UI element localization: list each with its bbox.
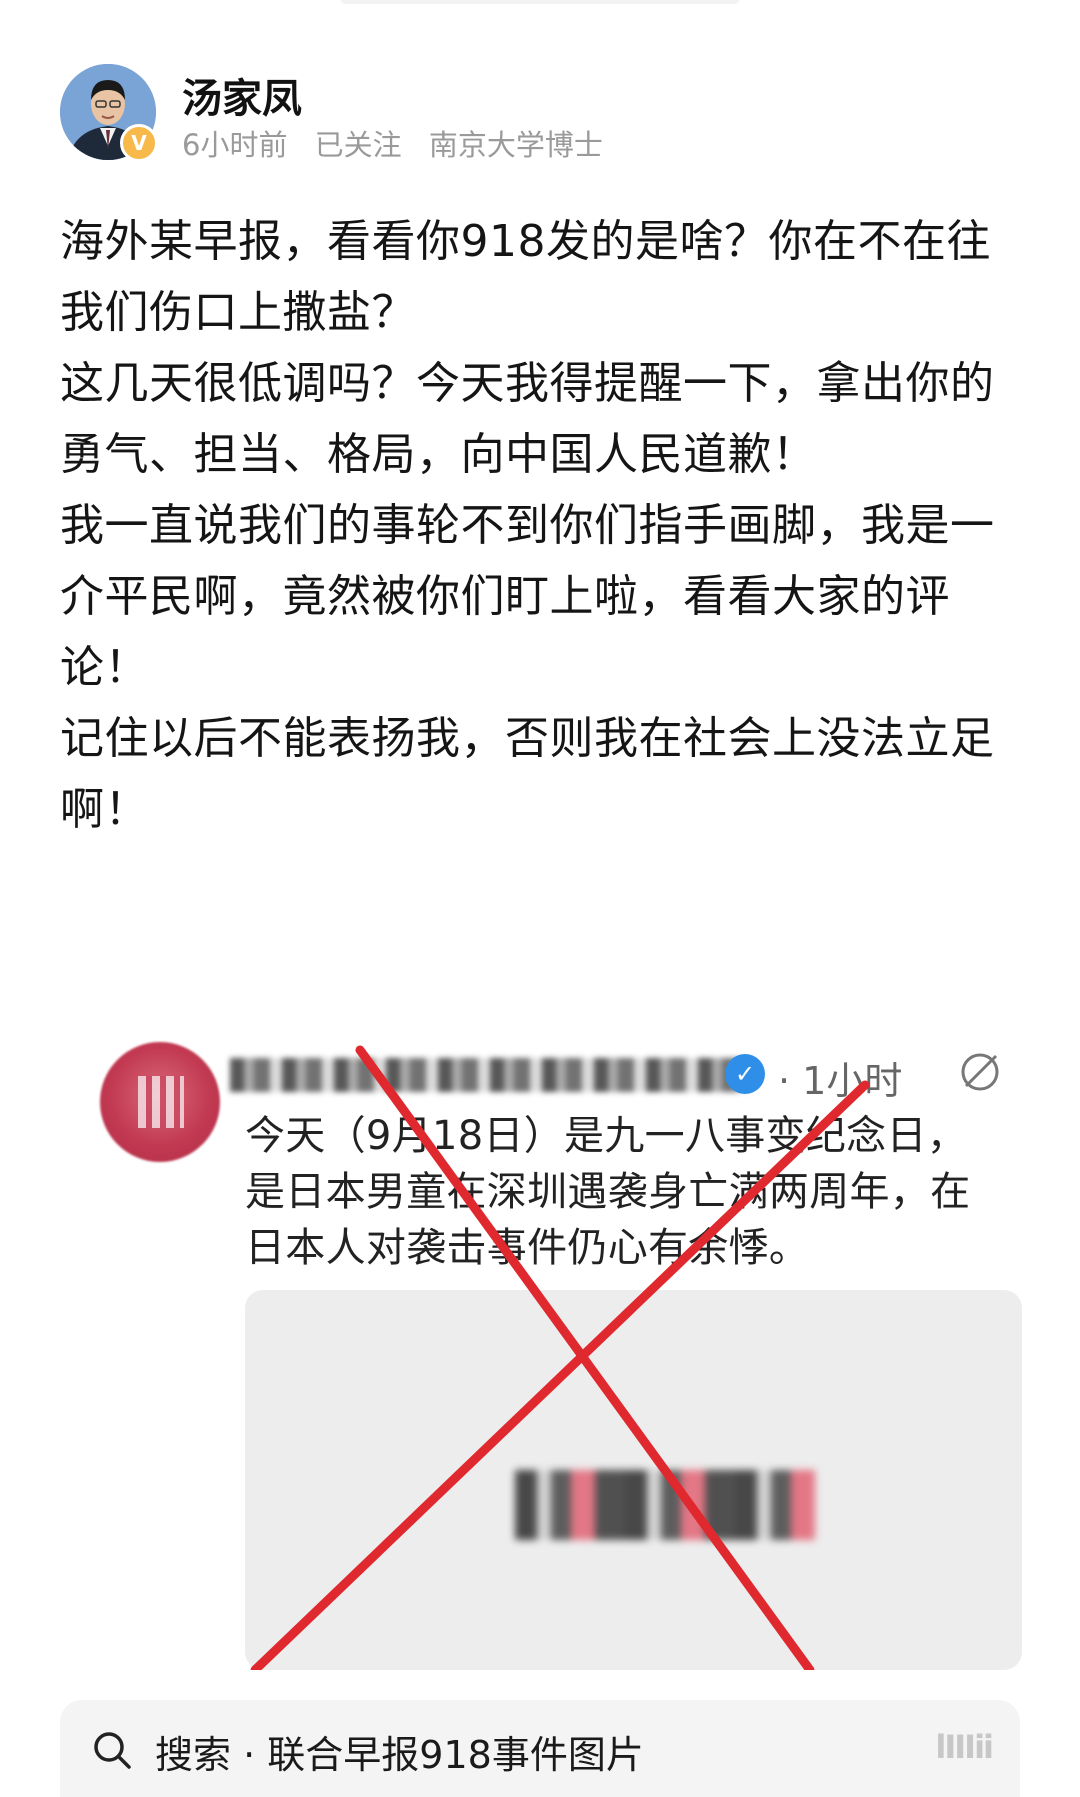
author-title: 南京大学博士 [428,128,603,162]
search-separator: · [243,1733,256,1777]
post-paragraph: 记住以后不能表扬我，否则我在社会上没法立足啊！ [60,713,995,835]
watermark-logo: lIIIii [935,1728,994,1766]
embedded-screenshot[interactable]: ✓ · 1小时 今天（9月18日）是九一八事变纪念日， 是日本男童在深圳遇袭身亡… [60,1030,1022,1670]
post-body: 海外某早报，看看你918发的是啥？你在不在往我们伤口上撒盐？ 这几天很低调吗？今… [60,206,1020,845]
search-query-text: 联合早报918事件图片 [267,1733,644,1777]
post-paragraph: 这几天很低调吗？今天我得提醒一下，拿出你的勇气、担当、格局，向中国人民道歉！ [60,358,995,480]
red-cross-mark [250,1045,870,1670]
post-meta: 6小时前 已关注 南京大学博士 [182,122,621,164]
post-paragraph: 我一直说我们的事轮不到你们指手画脚，我是一介平民啊，竟然被你们盯上啦，看看大家的… [60,500,995,693]
post-time: 6小时前 [182,128,288,162]
verified-badge-icon: V [120,124,158,162]
post-paragraph: 海外某早报，看看你918发的是啥？你在不在往我们伤口上撒盐？ [60,216,991,338]
search-bar[interactable]: 搜索 · 联合早报918事件图片 lIIIii [60,1700,1020,1797]
top-drag-handle [340,0,740,4]
follow-status[interactable]: 已关注 [315,128,402,162]
search-query[interactable]: 搜索 · 联合早报918事件图片 [155,1724,644,1779]
search-icon [94,1732,131,1769]
author-name[interactable]: 汤家凤 [182,66,302,124]
search-label: 搜索 [155,1733,232,1777]
post-header: V 汤家凤 6小时前 已关注 南京大学博士 [60,64,1020,164]
